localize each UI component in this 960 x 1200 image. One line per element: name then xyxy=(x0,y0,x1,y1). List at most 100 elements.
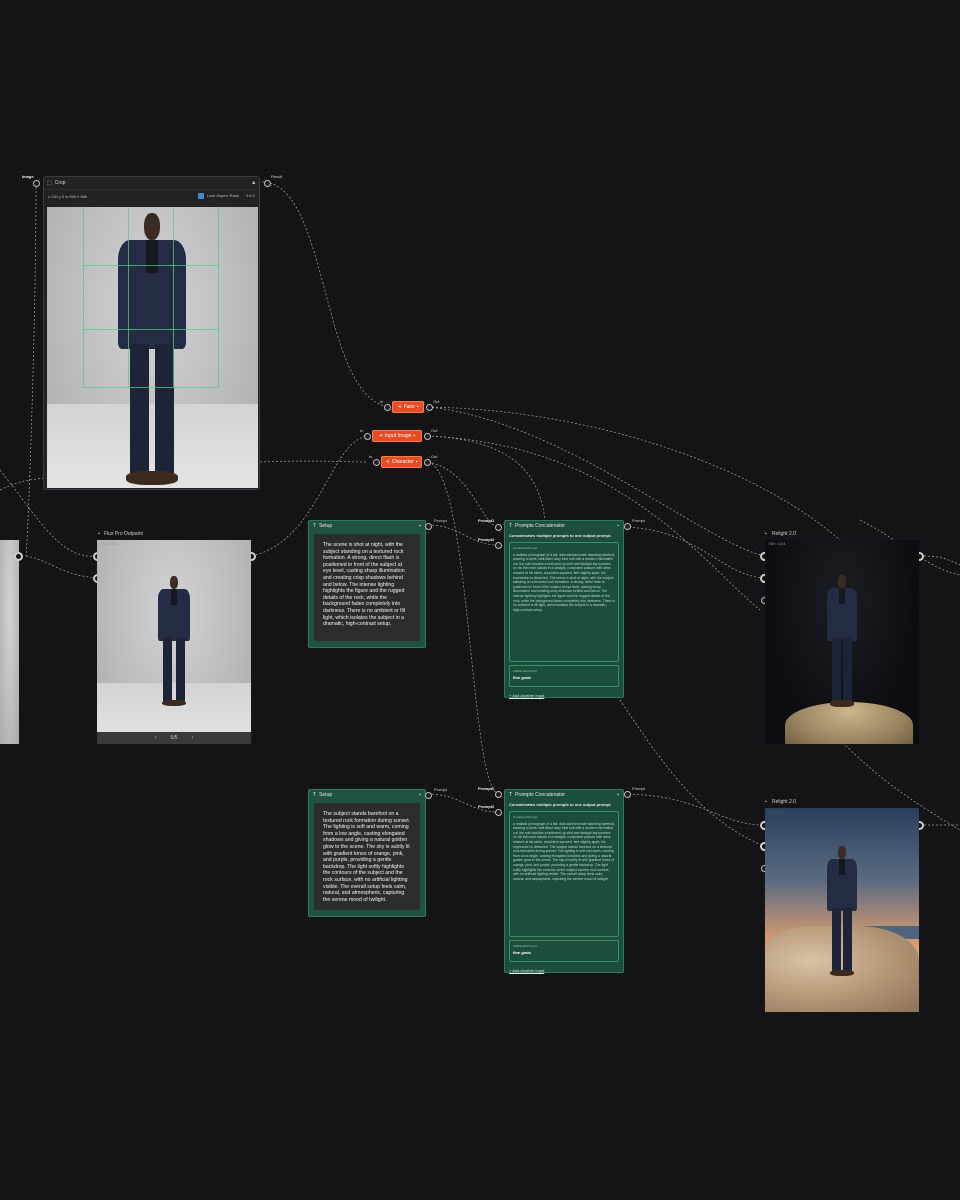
additional-prompt-value: fine grain xyxy=(513,675,532,680)
input-image-router[interactable]: ⋖ Input Image ▪ xyxy=(372,430,422,442)
crop-frame-left[interactable] xyxy=(83,207,84,387)
subject-figure xyxy=(155,576,193,706)
share-icon: ⋖ xyxy=(378,433,383,439)
face-router[interactable]: ⋖ Face ▪ xyxy=(392,401,424,413)
character-router[interactable]: ⋖ Character ▪ xyxy=(381,456,422,468)
concat-title: Prompts Concatenator xyxy=(515,523,566,529)
concat-description: Concatenates multiple prompts to one out… xyxy=(509,533,612,538)
concat-title: Prompts Concatenator xyxy=(515,792,566,798)
relight-image-sunset[interactable]: 768 x 1024 xyxy=(765,808,919,1012)
face-out-label: Out xyxy=(433,399,440,404)
share-icon: ⋖ xyxy=(385,459,390,465)
lock-icon: ▪ xyxy=(416,404,419,410)
crop-output-port[interactable] xyxy=(264,180,271,187)
next-page-button[interactable]: › xyxy=(191,735,193,741)
setup-output-port[interactable] xyxy=(425,523,432,530)
add-another-input-button[interactable]: + Add Another Input xyxy=(505,965,623,976)
crop-image[interactable] xyxy=(47,207,258,488)
combined-prompt-label: Combined Prompt xyxy=(513,815,538,819)
subject-figure xyxy=(824,575,860,707)
crop-frame-right[interactable] xyxy=(218,207,219,387)
resolution-tag: 768 x 1024 xyxy=(768,542,786,546)
text-icon: T xyxy=(313,792,317,798)
crop-icon: ⬚ xyxy=(47,180,52,186)
face-in-label: In xyxy=(380,399,384,404)
lock-aspect-checkbox[interactable] xyxy=(197,193,204,199)
output-port[interactable] xyxy=(14,552,23,561)
additional-prompt-label: Additional Prompt xyxy=(513,669,537,673)
combined-prompt-text: a realistic photograph of a tall, dark-s… xyxy=(513,821,615,881)
concat-input-port[interactable] xyxy=(495,524,502,531)
concat-input-port[interactable] xyxy=(495,791,502,798)
lock-icon: ▪ xyxy=(765,799,767,805)
combined-prompt-box[interactable]: Combined Prompt a realistic photograph o… xyxy=(509,542,619,662)
prompts-concatenator-1[interactable]: T Prompts Concatenator ▪ Concatenates mu… xyxy=(504,520,624,698)
concat-output-port[interactable] xyxy=(624,523,631,530)
relight-node-title: Relight 2.0 xyxy=(772,799,796,805)
character-in-label: In xyxy=(369,454,373,459)
concat-output-label: Prompt xyxy=(632,518,645,523)
face-out-port[interactable] xyxy=(426,404,433,411)
text-icon: T xyxy=(509,523,513,529)
setup-prompt-text[interactable]: The subject stands barefoot on a texture… xyxy=(314,803,420,910)
concat-input-label: Prompt2 xyxy=(478,804,495,809)
add-another-input-button[interactable]: + Add Another Input xyxy=(505,690,623,701)
concat-output-port[interactable] xyxy=(624,791,631,798)
lock-icon: ▪ xyxy=(415,459,418,465)
lock-icon: ▪ xyxy=(765,531,767,537)
additional-prompt-box[interactable]: Additional Prompt fine grain xyxy=(509,940,619,962)
outpaint-image[interactable]: 945 x 1440 ‹ 5/5 › xyxy=(97,540,251,744)
resolution-tag: 945 x 1440 xyxy=(100,542,118,546)
relight-node-title: Relight 2.0 xyxy=(772,531,796,537)
additional-prompt-label: Additional Prompt xyxy=(513,944,537,948)
lock-aspect-label: Lock Aspect Ratio xyxy=(206,193,239,199)
concat-input-label: Prompt1 xyxy=(478,786,495,791)
combined-prompt-label: Combined Prompt xyxy=(513,546,538,550)
share-icon: ⋖ xyxy=(397,404,402,410)
lock-icon: ▪ xyxy=(419,523,421,529)
setup-output-port[interactable] xyxy=(425,792,432,799)
prev-page-button[interactable]: ‹ xyxy=(155,735,157,741)
crop-node-title: Crop xyxy=(54,180,66,186)
prompts-concatenator-2[interactable]: T Prompts Concatenator ▪ Concatenates mu… xyxy=(504,789,624,973)
crop-input-port[interactable] xyxy=(33,180,40,187)
crop-frame-bottom[interactable] xyxy=(83,387,219,388)
setup-output-label: Prompt xyxy=(434,787,447,792)
additional-prompt-box[interactable]: Additional Prompt fine grain xyxy=(509,665,619,687)
character-label: Character xyxy=(391,459,414,465)
character-in-port[interactable] xyxy=(373,459,380,466)
crop-node[interactable]: ⬚ Crop 🔒︎ x 130 y 0 w 890 h 666 Lock Asp… xyxy=(43,176,260,490)
subject-figure xyxy=(112,213,192,485)
combined-prompt-box[interactable]: Combined Prompt a realistic photograph o… xyxy=(509,811,619,937)
crop-grid-line xyxy=(83,329,219,330)
image-pager: ‹ 5/5 › xyxy=(97,732,251,744)
crop-grid-line xyxy=(173,207,174,387)
setup-node-sunset[interactable]: T Setup ▪ The subject stands barefoot on… xyxy=(308,789,426,917)
concat-input-label: Prompt1 xyxy=(478,518,495,523)
input-image-in-port[interactable] xyxy=(364,433,371,440)
face-in-port[interactable] xyxy=(384,404,391,411)
lock-icon: ▪ xyxy=(419,792,421,798)
lock-icon: ▪ xyxy=(98,531,100,537)
setup-prompt-text[interactable]: The scene is shot at night, with the sub… xyxy=(314,534,420,641)
crop-grid-line xyxy=(83,265,219,266)
lock-icon: ▪ xyxy=(617,792,619,798)
additional-prompt-value: fine grain xyxy=(513,950,532,955)
lock-icon: 🔒︎ xyxy=(252,180,255,186)
concat-input-port[interactable] xyxy=(495,542,502,549)
aspect-ratio-value[interactable]: 3:4:2 xyxy=(246,193,255,198)
concat-output-label: Prompt xyxy=(632,786,645,791)
character-out-port[interactable] xyxy=(424,459,431,466)
combined-prompt-text: a realistic photograph of a tall, dark-s… xyxy=(513,552,615,612)
setup-output-label: Prompt xyxy=(434,518,447,523)
lock-icon: ▪ xyxy=(617,523,619,529)
concat-input-port[interactable] xyxy=(495,809,502,816)
relight-image-night[interactable]: 768 x 1024 xyxy=(765,540,919,744)
subject-figure xyxy=(824,846,860,976)
setup-node-night[interactable]: T Setup ▪ The scene is shot at night, wi… xyxy=(308,520,426,648)
lock-icon: ▪ xyxy=(413,433,416,439)
page-indicator: 5/5 xyxy=(170,735,178,741)
character-out-label: Out xyxy=(431,454,438,459)
input-image-label: Input Image xyxy=(385,433,412,439)
input-image-out-port[interactable] xyxy=(424,433,431,440)
